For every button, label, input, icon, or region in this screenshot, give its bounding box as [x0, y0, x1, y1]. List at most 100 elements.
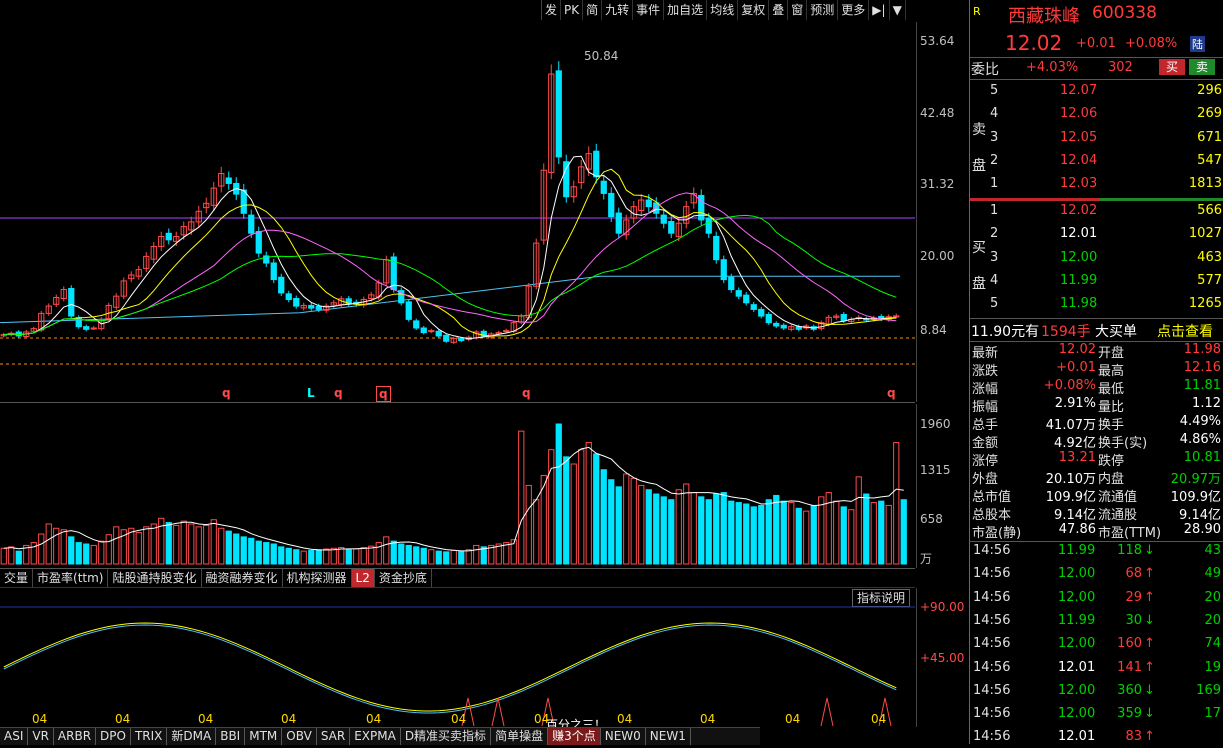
- toolbar-button[interactable]: ▶|: [869, 0, 890, 20]
- stat-value: 12.02: [1058, 342, 1096, 357]
- volume-bar: [458, 550, 465, 565]
- toolbar-button[interactable]: 叠: [769, 0, 789, 20]
- sell-button[interactable]: 卖: [1189, 59, 1215, 75]
- volume-bar: [743, 503, 750, 565]
- toolbar-button[interactable]: 加自选: [664, 0, 708, 20]
- bottom-tab[interactable]: 赚3个点: [548, 728, 601, 745]
- volume-bar: [158, 517, 165, 565]
- bids-row: 2 12.01 1027: [970, 226, 1223, 249]
- stat-label: 金额: [972, 436, 999, 451]
- bottom-tab[interactable]: D精准买卖指标: [401, 728, 492, 745]
- volume: 547: [1197, 152, 1222, 168]
- tick-count: 43: [1204, 543, 1221, 558]
- stat-label: 涨幅: [972, 382, 999, 397]
- stat-row: 总手 41.07万 换手 4.49%: [970, 414, 1223, 433]
- indicator-tab[interactable]: 资金抄底: [375, 569, 432, 587]
- toolbar-button[interactable]: 预测: [807, 0, 839, 20]
- indicator-tick-label: +45.00: [920, 651, 965, 665]
- volume-bar: [345, 549, 352, 565]
- indicator-tab[interactable]: 融资融券变化: [202, 569, 283, 587]
- bottom-tab[interactable]: ARBR: [54, 728, 97, 745]
- indicator-tab[interactable]: L2: [351, 569, 375, 587]
- indicator-spike: [491, 697, 505, 727]
- indicator-tab[interactable]: 交量: [0, 569, 34, 587]
- candle-body: [270, 262, 277, 281]
- stat-label: 涨跌: [972, 364, 999, 379]
- stat-value: 109.9亿: [1170, 490, 1221, 505]
- bottom-tab[interactable]: BBI: [216, 728, 246, 745]
- toolbar-button[interactable]: 发: [542, 0, 562, 20]
- bottom-tab[interactable]: DPO: [96, 728, 131, 745]
- volume-bar: [690, 492, 697, 565]
- toolbar-button[interactable]: 复权: [738, 0, 770, 20]
- volume-bar: [555, 423, 562, 565]
- toolbar-button[interactable]: 窗: [788, 0, 808, 20]
- bottom-tab[interactable]: 新DMA: [167, 728, 217, 745]
- kline-chart[interactable]: [0, 22, 915, 402]
- price: 12.04: [1060, 152, 1098, 168]
- volume-bar: [428, 549, 435, 565]
- indicator-tick-label: +90.00: [920, 600, 965, 614]
- tick-row: 14:56 11.99 118 ↓ 43: [970, 543, 1223, 562]
- tick-row: 14:56 12.00 360 ↓ 169: [970, 683, 1223, 702]
- price: 11.99: [1060, 272, 1098, 288]
- indicator-help-button[interactable]: 指标说明: [852, 589, 911, 607]
- indicator-axis: +90.00 +45.00: [916, 588, 970, 727]
- volume-bar: [420, 547, 427, 565]
- bids-row: 3 12.00 463: [970, 250, 1223, 273]
- toolbar-button[interactable]: 简: [583, 0, 603, 20]
- volume-bar: [255, 540, 262, 565]
- ma-line: [3, 214, 897, 336]
- candle-body: [593, 150, 600, 178]
- indicator-tab[interactable]: 机构探测器: [283, 569, 352, 587]
- toolbar-button[interactable]: 均线: [707, 0, 739, 20]
- buy-button[interactable]: 买: [1159, 59, 1185, 75]
- bottom-tab[interactable]: VR: [28, 728, 54, 745]
- stat-value: 11.81: [1183, 378, 1221, 393]
- volume-bar: [473, 544, 480, 565]
- stat-value: 28.90: [1183, 522, 1221, 537]
- bottom-tab[interactable]: SAR: [317, 728, 351, 745]
- volume-bar: [548, 449, 555, 565]
- indicator-tab[interactable]: 市盈率(ttm): [33, 569, 109, 587]
- candle-body: [705, 217, 712, 234]
- toolbar-button[interactable]: 九转: [602, 0, 634, 20]
- volume-bar: [630, 477, 637, 565]
- volume-bar: [83, 543, 90, 565]
- bottom-tab[interactable]: ASI: [0, 728, 29, 745]
- indicator-tab[interactable]: 陆股通持股变化: [108, 569, 202, 587]
- tick-price: 12.00: [1058, 589, 1096, 605]
- volume-bar: [180, 520, 187, 565]
- candle-body: [315, 305, 322, 310]
- divider: [970, 541, 1223, 542]
- stat-value: 10.81: [1183, 450, 1221, 465]
- volume-bar: [683, 483, 690, 565]
- stat-label: 流通股: [1098, 508, 1138, 523]
- toolbar-button[interactable]: PK: [561, 0, 584, 20]
- chart-toolbar: 发 PK 简九转 事件 加自选 均线 复权叠窗预测 更多 ▶| ▼: [541, 0, 906, 20]
- candle-body: [428, 330, 435, 333]
- tick-time: 14:56: [973, 589, 1011, 605]
- arrow-down-icon: ↓: [1144, 612, 1155, 628]
- candle-body: [83, 326, 90, 330]
- toolbar-button[interactable]: 更多: [838, 0, 870, 20]
- volume-bar: [270, 543, 277, 565]
- bottom-tab[interactable]: TRIX: [131, 728, 168, 745]
- stat-value: 9.14亿: [1179, 508, 1221, 523]
- volume: 269: [1197, 106, 1222, 122]
- bottom-tab[interactable]: NEW0: [601, 728, 646, 745]
- toolbar-button[interactable]: ▼: [890, 0, 906, 20]
- toolbar-button[interactable]: 事件: [633, 0, 665, 20]
- bottom-tab[interactable]: NEW1: [646, 728, 691, 745]
- big-order-link[interactable]: 点击查看: [1157, 321, 1213, 341]
- volume-tick-label: 1960: [920, 417, 951, 431]
- tick-time: 14:56: [973, 682, 1011, 698]
- stat-row: 最新 12.02 开盘 11.98: [970, 342, 1223, 361]
- price: 12.01: [1060, 226, 1098, 242]
- bottom-tab[interactable]: EXPMA: [350, 728, 401, 745]
- volume-chart[interactable]: [0, 404, 915, 566]
- bottom-tab[interactable]: MTM: [245, 728, 283, 745]
- bottom-tab[interactable]: OBV: [282, 728, 317, 745]
- bottom-tab[interactable]: 简单操盘: [491, 728, 549, 745]
- candle-body: [435, 330, 442, 337]
